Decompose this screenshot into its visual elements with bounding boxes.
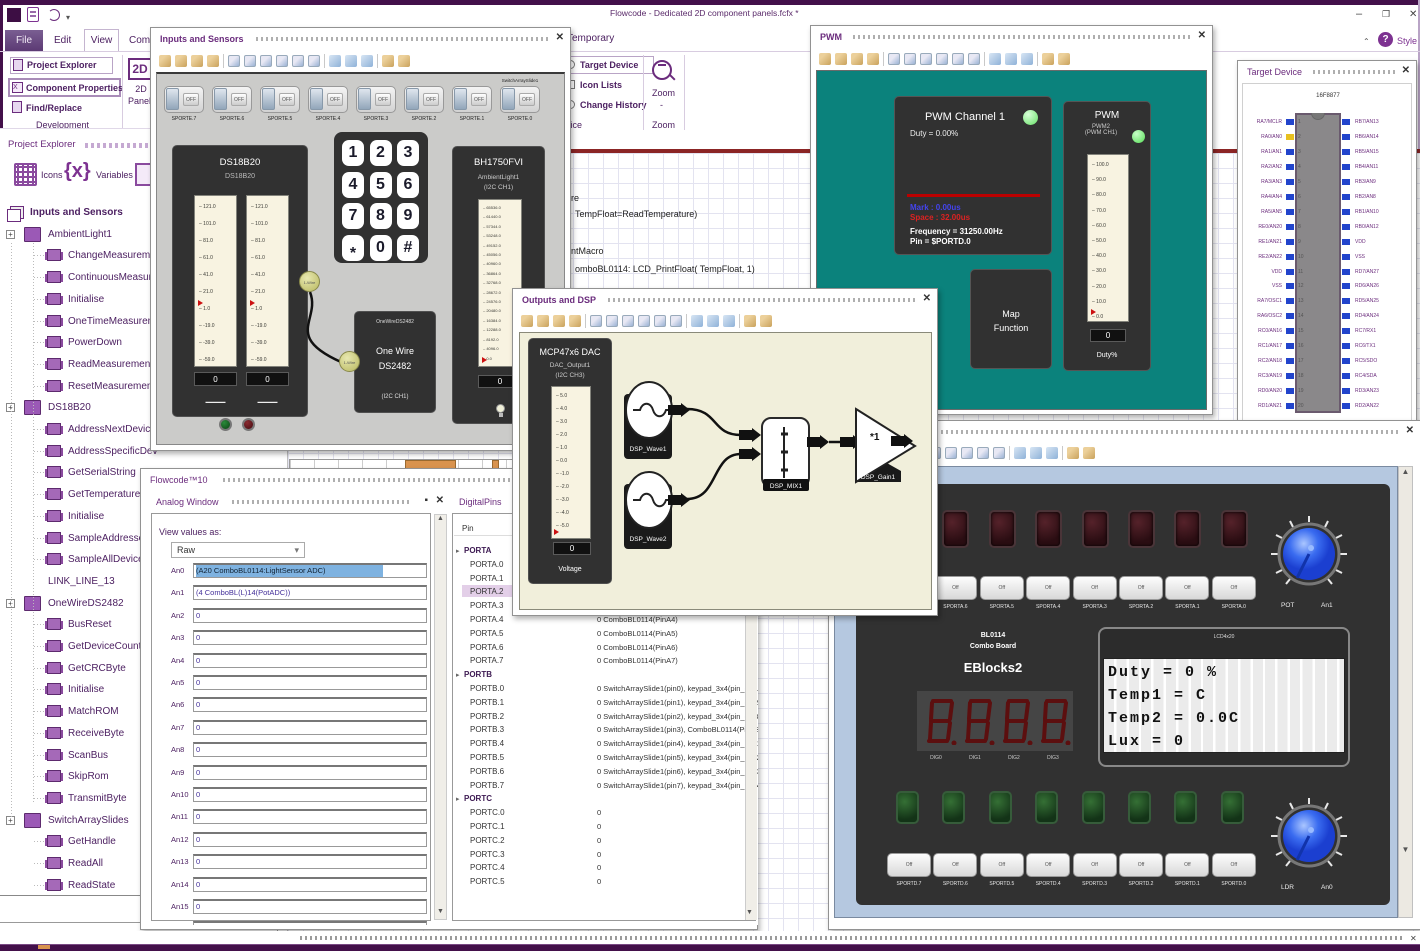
svg-text:DSP_Gain1: DSP_Gain1	[861, 474, 896, 481]
svg-text:DSP_MIX1: DSP_MIX1	[770, 483, 803, 490]
svg-text:DSP_Wave2: DSP_Wave2	[630, 536, 667, 543]
svg-text:DSP_Wave1: DSP_Wave1	[630, 446, 667, 453]
svg-text:*1: *1	[870, 432, 880, 443]
